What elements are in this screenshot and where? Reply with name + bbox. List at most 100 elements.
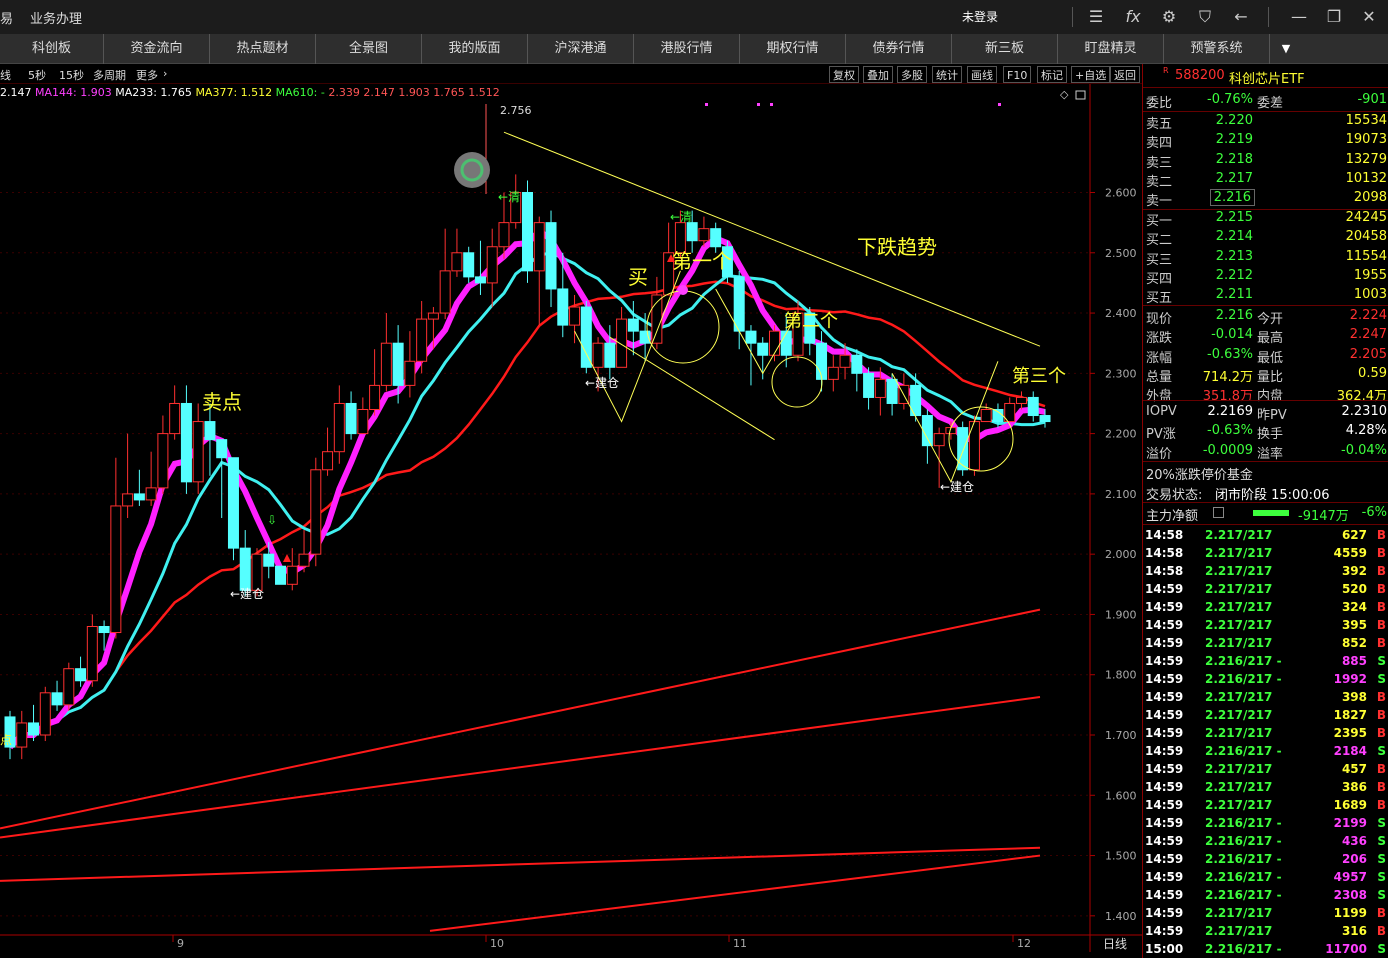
candle-body[interactable] — [239, 547, 251, 591]
candle-body[interactable] — [839, 354, 851, 368]
candle-body[interactable] — [863, 372, 875, 398]
candle-body[interactable] — [122, 493, 134, 507]
close-icon[interactable]: ✕ — [1356, 4, 1382, 30]
candle-body[interactable] — [145, 487, 157, 501]
candle-body[interactable] — [545, 222, 557, 290]
ask-price[interactable]: 2.217 — [1216, 171, 1253, 186]
chart-toggle-icon[interactable] — [1213, 507, 1224, 518]
candle-body[interactable] — [921, 415, 933, 447]
minimize-icon[interactable]: — — [1286, 4, 1312, 30]
candle-body[interactable] — [533, 222, 545, 272]
candle-body[interactable] — [498, 222, 510, 248]
bid-price[interactable]: 2.212 — [1216, 268, 1253, 283]
candle-body[interactable] — [474, 276, 486, 284]
bid-price[interactable]: 2.214 — [1216, 229, 1253, 244]
candle-body[interactable] — [557, 288, 569, 326]
tab-kechuang[interactable]: 科创板 — [0, 34, 104, 64]
tab-panorama[interactable]: 全景图 — [316, 34, 422, 64]
ask-price[interactable]: 2.220 — [1216, 113, 1253, 128]
more-tabs-dropdown[interactable]: ▼ — [1272, 34, 1300, 64]
gear-icon[interactable]: ⚙ — [1156, 4, 1182, 30]
candle-body[interactable] — [216, 439, 228, 459]
candle-body[interactable] — [627, 318, 639, 332]
tab-my-layout[interactable]: 我的版面 — [422, 34, 528, 64]
period-15s[interactable]: 15秒 — [59, 67, 84, 83]
candle-body[interactable] — [745, 330, 757, 344]
candle-body[interactable] — [204, 421, 216, 441]
tab-options[interactable]: 期权行情 — [740, 34, 846, 64]
candle-body[interactable] — [51, 692, 63, 706]
period-multi[interactable]: 多周期 — [93, 67, 126, 83]
candle-body[interactable] — [169, 402, 181, 435]
formula-icon[interactable]: fx — [1120, 4, 1146, 30]
candle-body[interactable] — [968, 421, 980, 471]
period-daily[interactable]: 线 — [0, 67, 11, 83]
candle-body[interactable] — [392, 342, 404, 386]
candle-body[interactable] — [369, 384, 381, 410]
candle-body[interactable] — [345, 402, 357, 435]
candle-body[interactable] — [98, 626, 110, 634]
candle-body[interactable] — [933, 433, 945, 447]
statistics-button[interactable]: 统计 — [932, 66, 962, 83]
candle-body[interactable] — [733, 276, 745, 332]
candle-body[interactable] — [357, 409, 369, 435]
tab-market-picks[interactable]: 盯盘精灵 — [1058, 34, 1164, 64]
candlestick-chart[interactable]: 2.600 2.500 2.400 2.300 2.200 2.100 2.000 1.900… — [0, 84, 1142, 952]
candle-body[interactable] — [604, 342, 616, 368]
tab-hot-topics[interactable]: 热点题材 — [210, 34, 316, 64]
candle-body[interactable] — [286, 565, 298, 585]
candle-body[interactable] — [686, 222, 698, 242]
login-status[interactable]: 未登录 — [962, 8, 998, 25]
candle-body[interactable] — [322, 451, 334, 471]
candle-body[interactable] — [1015, 396, 1027, 404]
candle-body[interactable] — [980, 409, 992, 423]
f10-button[interactable]: F10 — [1003, 66, 1032, 83]
candle-body[interactable] — [757, 342, 769, 356]
candle-body[interactable] — [957, 427, 969, 471]
candle-body[interactable] — [227, 457, 239, 549]
candle-body[interactable] — [404, 360, 416, 386]
candle-body[interactable] — [180, 402, 192, 483]
candle-body[interactable] — [580, 306, 592, 368]
candle-body[interactable] — [698, 228, 710, 242]
candle-body[interactable] — [592, 342, 604, 368]
add-favorite-button[interactable]: +自选 — [1071, 66, 1111, 83]
ask-price[interactable]: 2.218 — [1216, 152, 1253, 167]
candle-body[interactable] — [816, 342, 828, 380]
candle-body[interactable] — [874, 378, 886, 398]
candle-body[interactable] — [333, 402, 345, 453]
candle-body[interactable] — [886, 378, 898, 404]
candle-body[interactable] — [1039, 415, 1051, 423]
tab-bonds[interactable]: 债券行情 — [846, 34, 952, 64]
candle-body[interactable] — [39, 692, 51, 736]
tab-hk-connect[interactable]: 沪深港通 — [528, 34, 634, 64]
bid-price[interactable]: 2.213 — [1216, 249, 1253, 264]
candle-body[interactable] — [16, 722, 28, 748]
bid-price[interactable]: 2.215 — [1216, 210, 1253, 225]
restore-rights-button[interactable]: 复权 — [829, 66, 859, 83]
go-back-button[interactable]: 返回 — [1110, 66, 1140, 83]
candle-body[interactable] — [63, 668, 75, 706]
candle-body[interactable] — [851, 354, 863, 374]
menu-trade[interactable]: 易 — [0, 8, 13, 27]
tab-new-otc[interactable]: 新三板 — [952, 34, 1058, 64]
candle-body[interactable] — [86, 626, 98, 682]
candle-body[interactable] — [251, 553, 263, 591]
ask-price[interactable]: 2.216 — [1209, 189, 1255, 207]
overlay-button[interactable]: 叠加 — [863, 66, 893, 83]
shirt-icon[interactable]: ⛉ — [1192, 4, 1218, 30]
candle-body[interactable] — [780, 330, 792, 356]
candle-body[interactable] — [157, 433, 169, 489]
candle-body[interactable] — [275, 565, 287, 585]
candle-body[interactable] — [75, 668, 87, 682]
candle-body[interactable] — [827, 366, 839, 380]
candle-body[interactable] — [310, 469, 322, 555]
chevron-right-icon[interactable]: › — [163, 67, 167, 80]
tab-hk-stocks[interactable]: 港股行情 — [634, 34, 740, 64]
multi-stock-button[interactable]: 多股 — [897, 66, 927, 83]
list-icon[interactable]: ☰ — [1083, 4, 1109, 30]
candle-body[interactable] — [263, 553, 275, 567]
candle-body[interactable] — [616, 318, 628, 368]
menu-business[interactable]: 业务办理 — [30, 8, 82, 27]
candle-body[interactable] — [133, 493, 145, 501]
